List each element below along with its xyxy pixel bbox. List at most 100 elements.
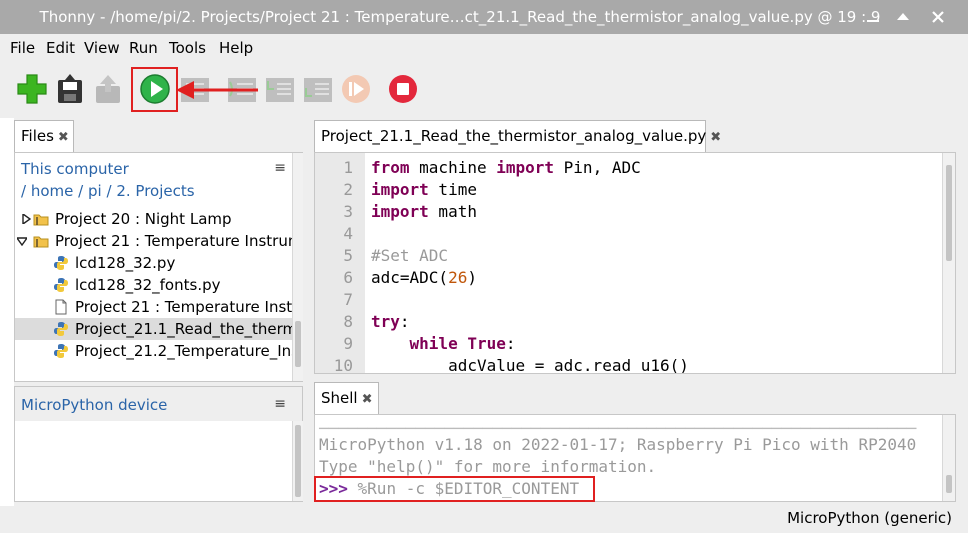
tree-item-label: Project 20 : Night Lamp <box>55 210 232 228</box>
tab-files[interactable]: Files ✖ <box>14 120 74 153</box>
maximize-button[interactable] <box>893 7 913 27</box>
line-number: 7 <box>343 290 353 309</box>
line-number: 9 <box>343 334 353 353</box>
breadcrumb-home[interactable]: home <box>31 182 74 200</box>
shell-scrollbar[interactable] <box>942 415 955 501</box>
files-menu-icon[interactable]: ≡ <box>274 160 286 176</box>
tab-editor[interactable]: Project_21.1_Read_the_thermistor_analog_… <box>314 120 721 153</box>
code-line[interactable]: adcValue = adc.read_u16() <box>371 356 689 373</box>
code-token: : <box>505 334 516 353</box>
tree-item-selected[interactable]: Project_21.1_Read_the_thermistor_analog_… <box>15 318 293 340</box>
new-file-icon <box>17 74 47 104</box>
menu-view[interactable]: View <box>84 39 120 57</box>
code-token: True <box>467 334 506 353</box>
tab-files-label: Files <box>21 127 54 145</box>
line-number: 2 <box>343 180 353 199</box>
code-token: import <box>371 180 429 199</box>
menu-help[interactable]: Help <box>219 39 253 57</box>
menu-tools[interactable]: Tools <box>169 39 206 57</box>
menu-bar: File Edit View Run Tools Help <box>0 34 968 62</box>
code-token: while <box>409 334 458 353</box>
tree-item-label: lcd128_32_fonts.py <box>75 276 221 294</box>
code-line[interactable]: try: <box>371 312 410 331</box>
tree-item[interactable]: lcd128_32_fonts.py <box>15 274 293 296</box>
line-gutter: 1 2 3 4 5 6 7 8 9 10 <box>315 153 365 373</box>
step-into-icon <box>266 78 294 102</box>
line-number: 1 <box>343 158 353 177</box>
editor-scrollbar[interactable] <box>942 153 955 373</box>
folder-icon <box>33 211 49 227</box>
close-icon[interactable]: ✖ <box>362 392 373 407</box>
python-file-icon <box>53 321 69 337</box>
device-scrollbar[interactable] <box>292 421 303 501</box>
menu-file[interactable]: File <box>10 39 35 57</box>
shell-command-highlight <box>314 476 595 502</box>
stop-button[interactable] <box>386 72 420 106</box>
shell-banner: MicroPython v1.18 on 2022-01-17; Raspber… <box>319 435 917 454</box>
line-number: 8 <box>343 312 353 331</box>
device-scrollbar-thumb[interactable] <box>295 425 301 497</box>
step-into-button <box>263 72 297 106</box>
code-line[interactable]: import math <box>371 202 477 221</box>
step-out-icon <box>304 78 332 102</box>
location-label[interactable]: This computer <box>21 160 129 178</box>
close-window-button[interactable] <box>928 7 948 27</box>
code-token: try <box>371 312 400 331</box>
folder-icon <box>33 233 49 249</box>
code-line[interactable]: while True: <box>371 334 516 353</box>
tree-item[interactable]: lcd128_32.py <box>15 252 293 274</box>
close-icon[interactable]: ✖ <box>710 130 721 145</box>
save-button[interactable] <box>53 72 87 106</box>
device-menu-icon[interactable]: ≡ <box>274 396 286 412</box>
shell-scrollbar-thumb[interactable] <box>946 475 952 493</box>
python-file-icon <box>53 255 69 271</box>
close-icon[interactable]: ✖ <box>58 130 69 145</box>
code-line[interactable]: from machine import Pin, ADC <box>371 158 641 177</box>
expand-down-icon[interactable] <box>17 236 27 246</box>
tab-shell[interactable]: Shell ✖ <box>314 382 379 415</box>
menu-edit[interactable]: Edit <box>46 39 75 57</box>
code-editor[interactable]: 1 2 3 4 5 6 7 8 9 10 from machine import Pin, ADC… <box>314 152 956 374</box>
code-line[interactable]: #Set ADC <box>371 246 448 265</box>
tree-item[interactable]: Project 21 : Temperature Instrument <box>15 230 293 252</box>
breadcrumb-separator: / <box>106 182 112 200</box>
new-file-button[interactable] <box>15 72 49 106</box>
code-token: from <box>371 158 410 177</box>
minimize-button[interactable] <box>863 7 883 27</box>
tree-item[interactable]: Project 21 : Temperature Instrument <box>15 296 293 318</box>
run-button-highlight <box>131 67 178 112</box>
code-token: math <box>428 202 477 221</box>
device-label[interactable]: MicroPython device <box>21 396 167 414</box>
line-number: 5 <box>343 246 353 265</box>
line-number: 3 <box>343 202 353 221</box>
tab-shell-label: Shell <box>321 389 358 407</box>
tree-item-label: lcd128_32.py <box>75 254 176 272</box>
files-scrollbar[interactable] <box>292 153 303 381</box>
files-scrollbar-thumb[interactable] <box>295 321 301 367</box>
expand-right-icon[interactable] <box>21 214 31 224</box>
close-icon <box>932 11 944 23</box>
breadcrumb-separator: / <box>78 182 84 200</box>
code-line[interactable]: import time <box>371 180 477 199</box>
tree-item[interactable]: Project_21.2_Temperature_Instrument.py <box>15 340 293 362</box>
breadcrumb: / home / pi / 2. Projects <box>21 182 195 200</box>
interpreter-selector[interactable]: MicroPython (generic) <box>787 509 952 527</box>
breadcrumb-projects[interactable]: 2. Projects <box>116 182 194 200</box>
tree-item-label: Project_21.1_Read_the_thermistor_analog_… <box>75 320 293 338</box>
menu-run[interactable]: Run <box>129 39 158 57</box>
tree-item-label: Project 21 : Temperature Instrument <box>55 232 293 250</box>
breadcrumb-pi[interactable]: pi <box>88 182 102 200</box>
device-panel: MicroPython device ≡ <box>14 386 303 502</box>
code-token: import <box>496 158 555 177</box>
tree-item[interactable]: Project 20 : Night Lamp <box>15 208 293 230</box>
code-token: #Set ADC <box>371 246 449 265</box>
breadcrumb-separator: / <box>21 182 27 200</box>
upload-icon <box>96 75 120 103</box>
editor-scrollbar-thumb[interactable] <box>946 165 952 261</box>
code-line[interactable]: adc=ADC(26) <box>371 268 477 287</box>
device-header: MicroPython device ≡ <box>15 387 302 421</box>
code-token: : <box>399 312 410 331</box>
tab-editor-label: Project_21.1_Read_the_thermistor_analog_… <box>321 127 707 145</box>
